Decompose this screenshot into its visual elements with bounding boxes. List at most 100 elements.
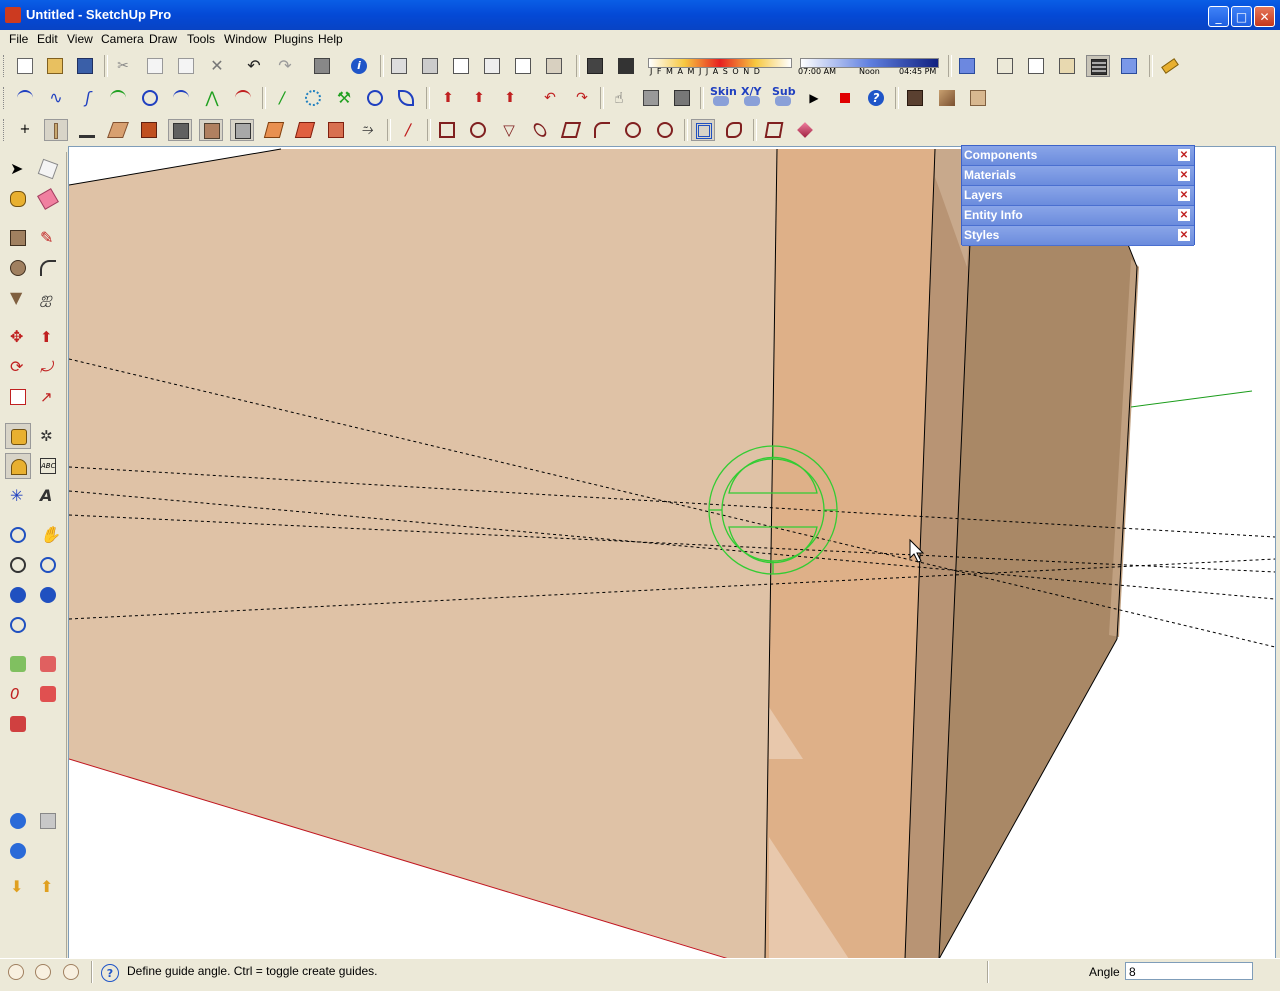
new-button[interactable]	[13, 55, 37, 77]
polygon-button[interactable]	[301, 87, 325, 109]
push-j-button[interactable]: ⬆	[436, 87, 460, 109]
xy-button[interactable]: X/Y	[740, 85, 768, 109]
menu-edit[interactable]: Edit	[37, 32, 58, 46]
axes-tool[interactable]: ✳	[5, 483, 31, 509]
walk-tool[interactable]: 0	[5, 681, 31, 707]
paint-bucket-tool[interactable]	[5, 186, 31, 212]
follow-me-tool[interactable]: ⤾	[35, 354, 61, 380]
offset-tool[interactable]: ↗	[35, 384, 61, 410]
box-red-button[interactable]	[293, 119, 317, 141]
cut-button[interactable]: ✂	[111, 55, 135, 77]
arc-red-button[interactable]	[231, 87, 255, 109]
ellipse-button[interactable]	[363, 87, 387, 109]
text-tool[interactable]: ABC	[35, 453, 61, 479]
sandbox-line-button[interactable]: ∕	[270, 87, 294, 109]
play-button[interactable]: ▶	[802, 87, 826, 109]
maximize-button[interactable]: □	[1231, 6, 1252, 27]
measurements-input[interactable]: 8	[1125, 962, 1253, 980]
add-detail-button[interactable]	[168, 119, 192, 141]
3d-viewport[interactable]	[68, 146, 1276, 960]
scale-tool[interactable]	[5, 384, 31, 410]
circle-tool[interactable]	[5, 255, 31, 281]
layers-stack-button[interactable]	[670, 87, 694, 109]
tape-measure-button[interactable]	[1158, 55, 1182, 77]
minimize-button[interactable]: _	[1208, 6, 1229, 27]
share-model-tool[interactable]	[35, 808, 61, 834]
import-tool[interactable]: ⬇	[5, 874, 31, 900]
freehand-button[interactable]	[722, 119, 746, 141]
shadow-settings-button[interactable]	[583, 55, 607, 77]
left-view-button[interactable]	[542, 55, 566, 77]
geo-location-icon[interactable]	[8, 964, 24, 980]
close-icon[interactable]: ✕	[1178, 189, 1190, 201]
wireframe-button[interactable]	[993, 55, 1017, 77]
previous-view-tool[interactable]	[5, 582, 31, 608]
stop-button[interactable]	[833, 87, 857, 109]
menu-draw[interactable]: Draw	[149, 32, 177, 46]
undo-button[interactable]: ↶	[242, 55, 266, 77]
copy-button[interactable]	[143, 55, 167, 77]
earth-tool[interactable]	[5, 838, 31, 864]
tray-components[interactable]: Components ✕	[962, 146, 1194, 166]
paste-button[interactable]	[174, 55, 198, 77]
bezier-button[interactable]	[13, 87, 37, 109]
display-shadows-button[interactable]	[614, 55, 638, 77]
xray-button[interactable]	[955, 55, 979, 77]
3d-text-tool[interactable]: A	[35, 483, 61, 509]
arc-tool[interactable]	[35, 255, 61, 281]
push-v-button[interactable]: ⬆	[467, 87, 491, 109]
polygon-draw-button[interactable]	[762, 119, 786, 141]
door-button[interactable]	[903, 87, 927, 109]
close-icon[interactable]: ✕	[1178, 149, 1190, 161]
shaded-button[interactable]	[1055, 55, 1079, 77]
sub-button[interactable]: Sub	[771, 85, 799, 109]
box-3d-button[interactable]	[262, 119, 286, 141]
plugin-help-button[interactable]: ?	[864, 87, 888, 109]
hidden-line-button[interactable]	[1024, 55, 1048, 77]
circle-button[interactable]	[466, 119, 490, 141]
iso-view-button[interactable]	[387, 55, 411, 77]
move-tool[interactable]: ✥	[5, 324, 31, 350]
stretch-button[interactable]: ⥲	[355, 119, 379, 141]
protractor-tool[interactable]	[5, 453, 31, 479]
rotate-tool[interactable]: ⟳	[5, 354, 31, 380]
push-n-button[interactable]: ⬆	[498, 87, 522, 109]
shaded-textures-button[interactable]	[1086, 55, 1110, 77]
add-point-button[interactable]: +	[13, 119, 37, 141]
skin-button[interactable]: Skin	[709, 85, 737, 109]
menu-help[interactable]: Help	[318, 32, 343, 46]
drape-button[interactable]	[137, 119, 161, 141]
top-view-button[interactable]	[418, 55, 442, 77]
freehand-curve-button[interactable]: ʃ	[76, 87, 100, 109]
circle-slice-button[interactable]	[621, 119, 645, 141]
triangle-button[interactable]: ▽	[497, 119, 521, 141]
menu-camera[interactable]: Camera	[101, 32, 144, 46]
tray-entity-info[interactable]: Entity Info ✕	[962, 206, 1194, 226]
arc-blue-button[interactable]	[169, 87, 193, 109]
tray-styles[interactable]: Styles ✕	[962, 226, 1194, 246]
front-view-button[interactable]	[449, 55, 473, 77]
stairs-button[interactable]	[935, 87, 959, 109]
save-button[interactable]	[73, 55, 97, 77]
stamp-button[interactable]	[75, 119, 99, 141]
hand-select-button[interactable]: ☝	[607, 87, 631, 109]
stack-button[interactable]	[639, 87, 663, 109]
offset-button[interactable]	[691, 119, 715, 141]
smoove-button[interactable]	[106, 119, 130, 141]
rotate-left-button[interactable]: ↶	[538, 87, 562, 109]
close-icon[interactable]: ✕	[1178, 209, 1190, 221]
eraser-tool[interactable]	[35, 186, 61, 212]
zigzag-button[interactable]: ⋀	[200, 87, 224, 109]
window-object-button[interactable]	[966, 87, 990, 109]
tray-materials[interactable]: Materials ✕	[962, 166, 1194, 186]
ellipse-draw-button[interactable]	[528, 119, 552, 141]
pie-button[interactable]	[653, 119, 677, 141]
rotate-right-button[interactable]: ↷	[570, 87, 594, 109]
redo-button[interactable]: ↷	[273, 55, 297, 77]
print-button[interactable]	[310, 55, 334, 77]
section-plane-tool[interactable]	[5, 651, 31, 677]
menu-file[interactable]: File	[9, 32, 28, 46]
push-pull-tool[interactable]: ⬆	[35, 324, 61, 350]
right-view-button[interactable]	[480, 55, 504, 77]
zoom-window-tool[interactable]	[35, 552, 61, 578]
